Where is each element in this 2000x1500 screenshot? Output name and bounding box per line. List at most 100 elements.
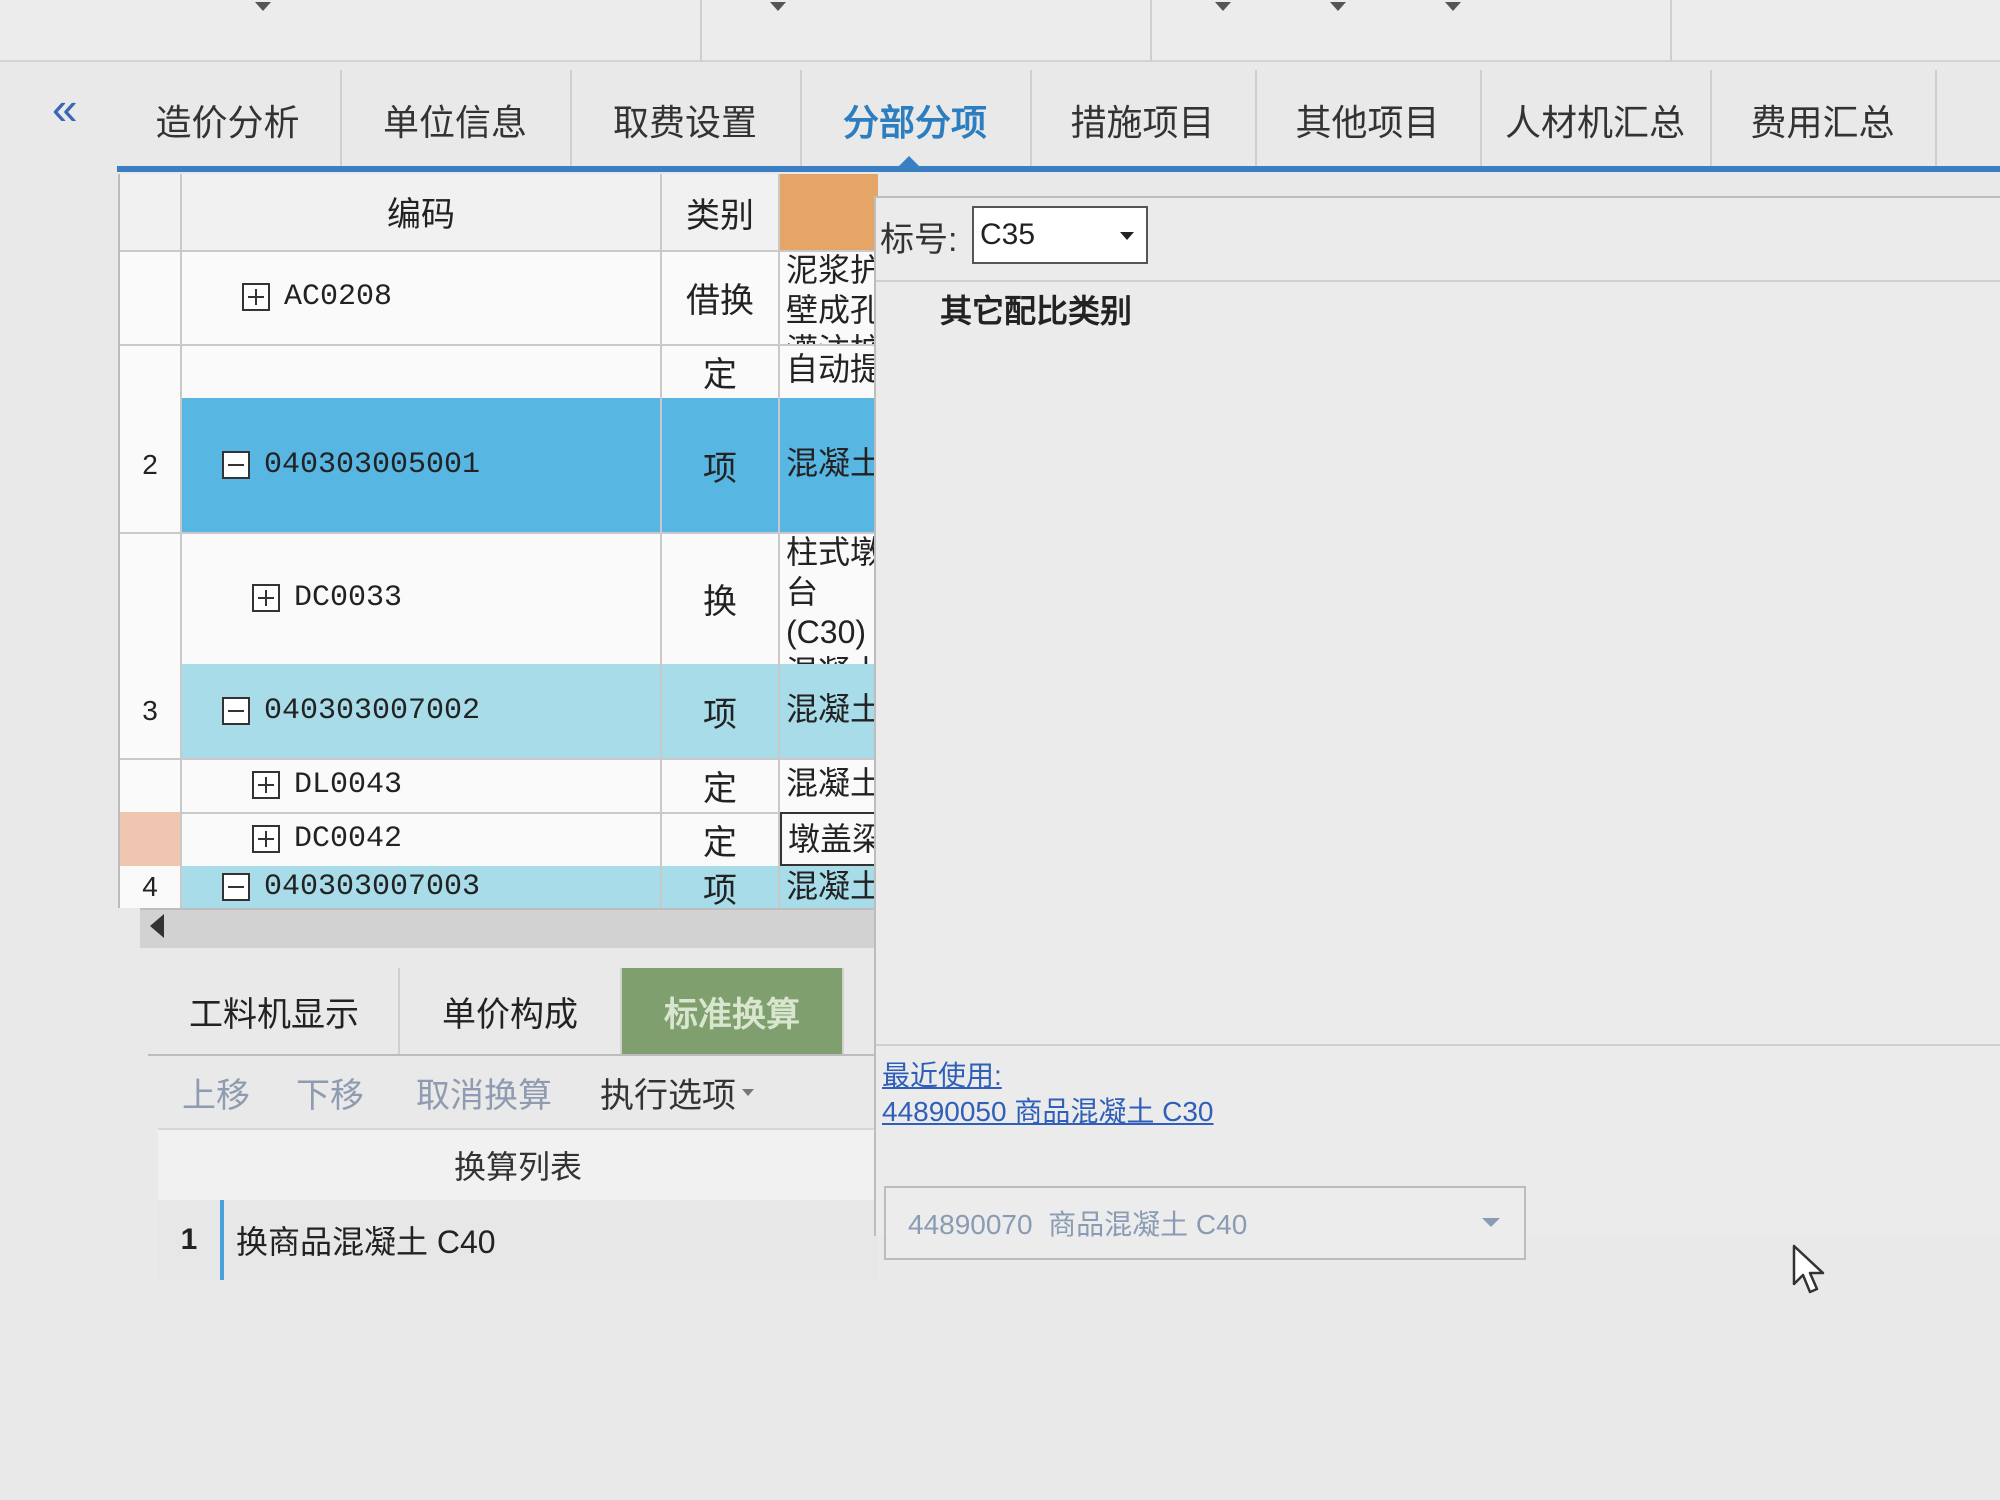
- tab-fee-settings[interactable]: 取费设置: [570, 70, 802, 170]
- expand-plus-icon[interactable]: [252, 771, 280, 799]
- header-type[interactable]: 类别: [662, 174, 780, 250]
- popup-divider: [876, 280, 2000, 282]
- table-row-item[interactable]: 2 040303005001 项 混凝土墩身: [120, 398, 878, 534]
- name-cell[interactable]: 自动提示：请输入: [780, 344, 878, 398]
- type-cell[interactable]: 项: [662, 866, 780, 908]
- expand-plus-icon[interactable]: [252, 825, 280, 853]
- other-category-item[interactable]: 其它配比类别: [940, 286, 1132, 332]
- collapse-minus-icon[interactable]: [222, 451, 250, 479]
- table-row[interactable]: AC0208 借换 泥浆护壁成孔灌注桩 旋钻机 现场搅拌: [120, 250, 878, 346]
- toolbar-divider: [1150, 0, 1152, 62]
- collapse-minus-icon[interactable]: [222, 697, 250, 725]
- tab-divisions-items[interactable]: 分部分项: [800, 70, 1032, 170]
- table-row[interactable]: DC0033 换 柱式墩台(C30) 混凝土(中砂) 级P8~P12 C35: [120, 532, 878, 666]
- code-cell[interactable]: DL0043: [182, 758, 662, 812]
- table-row-item[interactable]: 4 040303007003 项 混凝土台盖梁: [120, 866, 878, 908]
- dropdown-caret-icon[interactable]: [1445, 2, 1461, 11]
- code-cell[interactable]: AC0208: [182, 250, 662, 344]
- cancel-conversion-button[interactable]: 取消换算: [416, 1066, 552, 1118]
- name-cell[interactable]: 柱式墩台(C30) 混凝土(中砂) 级P8~P12 C35: [780, 532, 878, 664]
- material-select[interactable]: 44890070 商品混凝土 C40: [884, 1186, 1526, 1260]
- table-row[interactable]: 1 换商品混凝土 C40: [158, 1200, 878, 1280]
- exec-options-button[interactable]: 执行选项: [600, 1066, 754, 1118]
- tab-labor-material-display[interactable]: 工料机显示: [150, 968, 400, 1054]
- name-cell-active[interactable]: 墩盖梁(C40) 商: [780, 812, 878, 866]
- dropdown-caret-icon[interactable]: [255, 2, 271, 11]
- row-number: [120, 532, 182, 664]
- collapse-sidebar-button[interactable]: «: [52, 85, 78, 131]
- row-number: [120, 344, 182, 398]
- type-cell[interactable]: 项: [662, 398, 780, 532]
- table-row[interactable]: DL0043 定 混凝土盖梁 墩: [120, 758, 878, 814]
- code-cell[interactable]: 040303007002: [182, 664, 662, 758]
- conversion-list-table: 换算列表 1 换商品混凝土 C40: [158, 1128, 878, 1280]
- tab-measures[interactable]: 措施项目: [1030, 70, 1257, 170]
- recent-used-label[interactable]: 最近使用:: [882, 1054, 1002, 1094]
- header-code[interactable]: 编码: [182, 174, 662, 250]
- item-grid: 编码 类别 AC0208 借换 泥浆护壁成孔灌注桩 旋钻机 现场搅拌 定 自动提…: [118, 174, 878, 908]
- code-cell[interactable]: DC0033: [182, 532, 662, 664]
- conversion-text[interactable]: 换商品混凝土 C40: [220, 1200, 878, 1280]
- row-number: 4: [120, 866, 182, 908]
- tab-underline: [117, 166, 2000, 172]
- tab-fee-summary[interactable]: 费用汇总: [1710, 70, 1937, 170]
- scroll-left-arrow-icon[interactable]: [150, 914, 164, 938]
- expand-plus-icon[interactable]: [242, 283, 270, 311]
- expand-plus-icon[interactable]: [252, 584, 280, 612]
- collapse-minus-icon[interactable]: [222, 873, 250, 901]
- code-cell[interactable]: [182, 344, 662, 398]
- grid-header-row: 编码 类别: [120, 174, 878, 252]
- active-tab-pointer-icon: [897, 156, 921, 168]
- move-up-button[interactable]: 上移: [182, 1066, 250, 1118]
- type-cell[interactable]: 定: [662, 344, 780, 398]
- name-cell[interactable]: 混凝土盖梁 墩: [780, 758, 878, 812]
- grade-label: 标号:: [880, 221, 958, 259]
- recent-used-item[interactable]: 44890050 商品混凝土 C30: [882, 1090, 1214, 1130]
- name-cell[interactable]: 混凝土墩盖梁: [780, 664, 878, 758]
- chevron-down-icon: [742, 1088, 754, 1096]
- type-cell[interactable]: 换: [662, 532, 780, 664]
- code-cell[interactable]: 040303005001: [182, 398, 662, 532]
- dropdown-caret-icon[interactable]: [770, 2, 786, 11]
- table-row-selected[interactable]: DC0042 定 墩盖梁(C40) 商: [120, 812, 878, 868]
- code-cell[interactable]: 040303007003: [182, 866, 662, 908]
- code-text: DC0033: [294, 581, 403, 615]
- type-cell[interactable]: 借换: [662, 250, 780, 344]
- row-number: [120, 758, 182, 812]
- name-cell[interactable]: 混凝土墩身: [780, 398, 878, 532]
- type-cell[interactable]: 定: [662, 758, 780, 812]
- code-text: 040303005001: [264, 448, 481, 482]
- dropdown-caret-icon[interactable]: [1215, 2, 1231, 11]
- tab-other-items[interactable]: 其他项目: [1255, 70, 1482, 170]
- conversion-list-header: 换算列表: [453, 1149, 582, 1185]
- chevron-down-icon: [1120, 232, 1134, 240]
- row-number: [120, 250, 182, 344]
- toolbar-divider: [1670, 0, 1672, 62]
- table-row[interactable]: 定 自动提示：请输入: [120, 344, 878, 400]
- row-number: [120, 812, 182, 866]
- type-cell[interactable]: 项: [662, 664, 780, 758]
- top-toolbar-strip: [0, 0, 2000, 62]
- code-text: 040303007003: [264, 870, 481, 904]
- move-down-button[interactable]: 下移: [296, 1066, 364, 1118]
- concrete-grade-popup: 标号: C35 其它配比类别 最近使用: 44890050 商品混凝土 C30: [874, 196, 2000, 1236]
- header-name[interactable]: [780, 174, 878, 250]
- tab-standard-conversion[interactable]: 标准换算: [622, 968, 844, 1054]
- code-text: DC0042: [294, 822, 403, 856]
- grid-horizontal-scrollbar[interactable]: [140, 908, 878, 948]
- tab-unit-info[interactable]: 单位信息: [340, 70, 572, 170]
- dropdown-caret-icon[interactable]: [1330, 2, 1346, 11]
- code-cell[interactable]: DC0042: [182, 812, 662, 866]
- exec-options-label: 执行选项: [600, 1076, 736, 1115]
- table-row-item[interactable]: 3 040303007002 项 混凝土墩盖梁: [120, 664, 878, 760]
- tab-labor-material-summary[interactable]: 人材机汇总: [1480, 70, 1712, 170]
- chevron-down-icon: [1482, 1218, 1500, 1227]
- grade-select[interactable]: C35: [972, 206, 1148, 264]
- type-cell[interactable]: 定: [662, 812, 780, 866]
- code-text: AC0208: [284, 280, 393, 314]
- tab-unit-price-composition[interactable]: 单价构成: [400, 968, 622, 1054]
- name-cell[interactable]: 泥浆护壁成孔灌注桩 旋钻机 现场搅拌: [780, 250, 878, 344]
- name-cell[interactable]: 混凝土台盖梁: [780, 866, 878, 908]
- row-number: 2: [120, 398, 182, 532]
- tab-cost-analysis[interactable]: 造价分析: [115, 70, 342, 170]
